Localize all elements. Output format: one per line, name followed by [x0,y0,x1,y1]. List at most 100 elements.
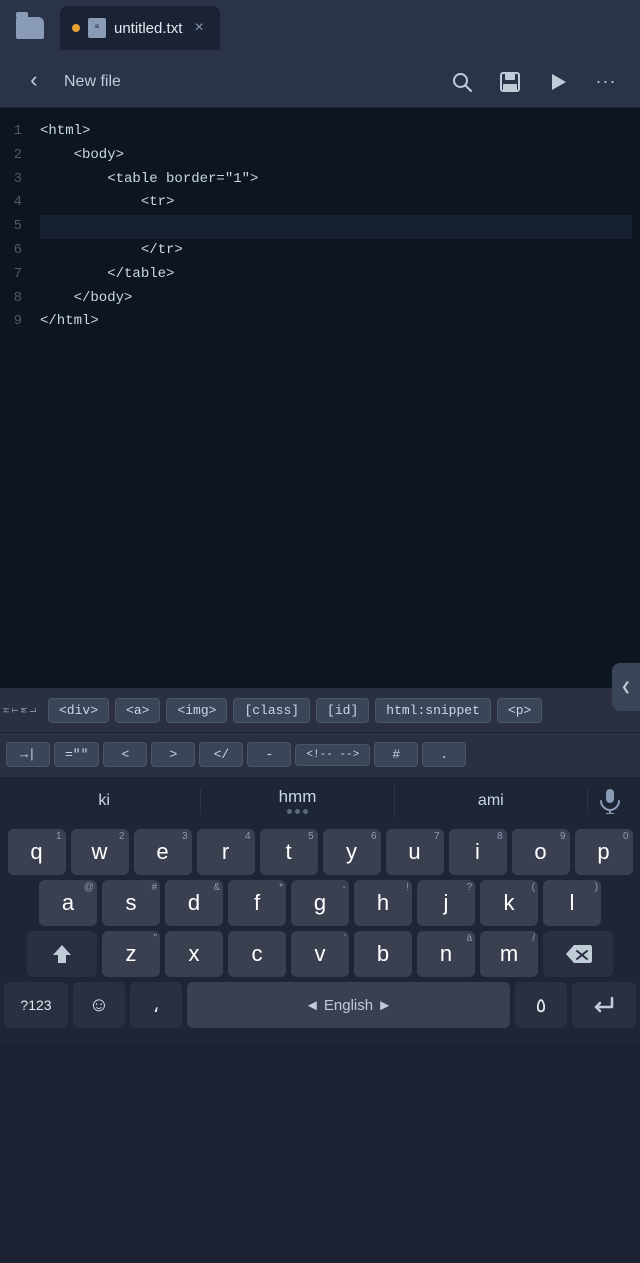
keyboard-row-3: z" x c v' b nä m/ [0,926,640,977]
line-num: 4 [6,191,22,215]
enter-key[interactable] [572,982,636,1028]
search-button[interactable] [440,60,484,104]
code-line-7: </table> [40,263,632,287]
tab-close-button[interactable]: × [194,19,204,37]
tab-label: untitled.txt [114,20,182,37]
tab-untitled[interactable]: untitled.txt × [60,6,220,50]
key-w[interactable]: w2 [71,829,129,875]
suggestion-left[interactable]: ki [8,788,201,814]
folder-icon [16,17,44,39]
back-button[interactable]: ‹ [12,60,56,104]
suggestion-center-text: hmm [205,787,389,807]
more-icon: ··· [596,71,617,92]
key-y[interactable]: y6 [323,829,381,875]
dot3 [303,809,308,814]
sym-quote[interactable]: ="" [54,742,99,767]
sym-closetag[interactable]: </ [199,742,243,767]
switch-to-numbers-key[interactable]: ?123 [4,982,68,1028]
emoji-key[interactable]: ☺ [73,982,125,1028]
key-k[interactable]: k( [480,880,538,926]
key-n[interactable]: nä [417,931,475,977]
suggestion-dots [205,809,389,814]
toolbar-title: New file [60,73,436,91]
sym-tab[interactable]: →| [6,742,50,767]
collapse-handle[interactable]: ❮ [612,663,640,711]
sym-gt[interactable]: > [151,742,195,767]
sym-minus[interactable]: - [247,742,291,767]
code-content[interactable]: <html> <body> <table border="1"> <tr> </… [32,108,640,688]
save-button[interactable] [488,60,532,104]
back-icon: ‹ [27,69,40,94]
chip-class[interactable]: [class] [233,698,310,723]
spacebar-key[interactable]: ◄ English ► [187,982,510,1028]
keyboard-row-2: a@ s# d& f* g- h! j? k( l) [0,875,640,926]
suggestions-bar: ki hmm ami [0,776,640,824]
editor-area[interactable]: 1 2 3 4 5 6 7 8 9 <html> <body> <table b… [0,108,640,688]
line-num: 2 [6,144,22,168]
key-z[interactable]: z" [102,931,160,977]
sym-comment[interactable]: <!-- --> [295,744,370,766]
line-num: 8 [6,287,22,311]
key-u[interactable]: u7 [386,829,444,875]
code-line-8: </body> [40,287,632,311]
code-line-3: <table border="1"> [40,168,632,192]
chip-a[interactable]: <a> [115,698,160,723]
line-num: 3 [6,168,22,192]
key-p[interactable]: p0 [575,829,633,875]
key-g[interactable]: g- [291,880,349,926]
enter-icon [592,995,616,1015]
key-b[interactable]: b [354,931,412,977]
backspace-key[interactable] [543,931,613,977]
sym-hash[interactable]: # [374,742,418,767]
chip-id[interactable]: [id] [316,698,369,723]
symbol-bar: →| ="" < > </ - <!-- --> # . [0,732,640,776]
run-icon [547,71,569,93]
key-d[interactable]: d& [165,880,223,926]
key-m[interactable]: m/ [480,931,538,977]
key-a[interactable]: a@ [39,880,97,926]
key-f[interactable]: f* [228,880,286,926]
key-i[interactable]: i8 [449,829,507,875]
key-v[interactable]: v' [291,931,349,977]
key-x[interactable]: x [165,931,223,977]
key-s[interactable]: s# [102,880,160,926]
key-e[interactable]: e3 [134,829,192,875]
key-c[interactable]: c [228,931,286,977]
suggestion-right[interactable]: ami [395,788,588,814]
period-key[interactable]: ٥ [515,982,567,1028]
comma-key[interactable]: ، [130,982,182,1028]
code-line-6: </tr> [40,239,632,263]
key-r[interactable]: r4 [197,829,255,875]
shortcut-bar: HTML <div> <a> <img> [class] [id] html:s… [0,688,640,732]
key-t[interactable]: t5 [260,829,318,875]
folder-button[interactable] [8,6,52,50]
code-line-9: </html> [40,310,632,334]
sym-dot[interactable]: . [422,742,466,767]
sym-lt[interactable]: < [103,742,147,767]
run-button[interactable] [536,60,580,104]
chip-p[interactable]: <p> [497,698,542,723]
suggestion-center[interactable]: hmm [201,783,394,818]
more-button[interactable]: ··· [584,60,628,104]
editor-wrapper: 1 2 3 4 5 6 7 8 9 <html> <body> <table b… [0,108,640,688]
code-line-1: <html> [40,120,632,144]
key-l[interactable]: l) [543,880,601,926]
line-num: 5 [6,215,22,239]
key-o[interactable]: o9 [512,829,570,875]
key-h[interactable]: h! [354,880,412,926]
chip-div[interactable]: <div> [48,698,109,723]
keyboard-row-4: ?123 ☺ ، ◄ English ► ٥ [0,977,640,1044]
shift-key[interactable] [27,931,97,977]
code-line-5[interactable] [40,215,632,239]
tab-bar: untitled.txt × [0,0,640,56]
key-j[interactable]: j? [417,880,475,926]
chip-html-snippet[interactable]: html:snippet [375,698,491,723]
key-q[interactable]: q1 [8,829,66,875]
mic-button[interactable] [588,779,632,823]
chip-img[interactable]: <img> [166,698,227,723]
line-numbers: 1 2 3 4 5 6 7 8 9 [0,108,32,688]
shift-icon [51,943,73,965]
line-num: 1 [6,120,22,144]
dot1 [287,809,292,814]
line-num: 9 [6,310,22,334]
